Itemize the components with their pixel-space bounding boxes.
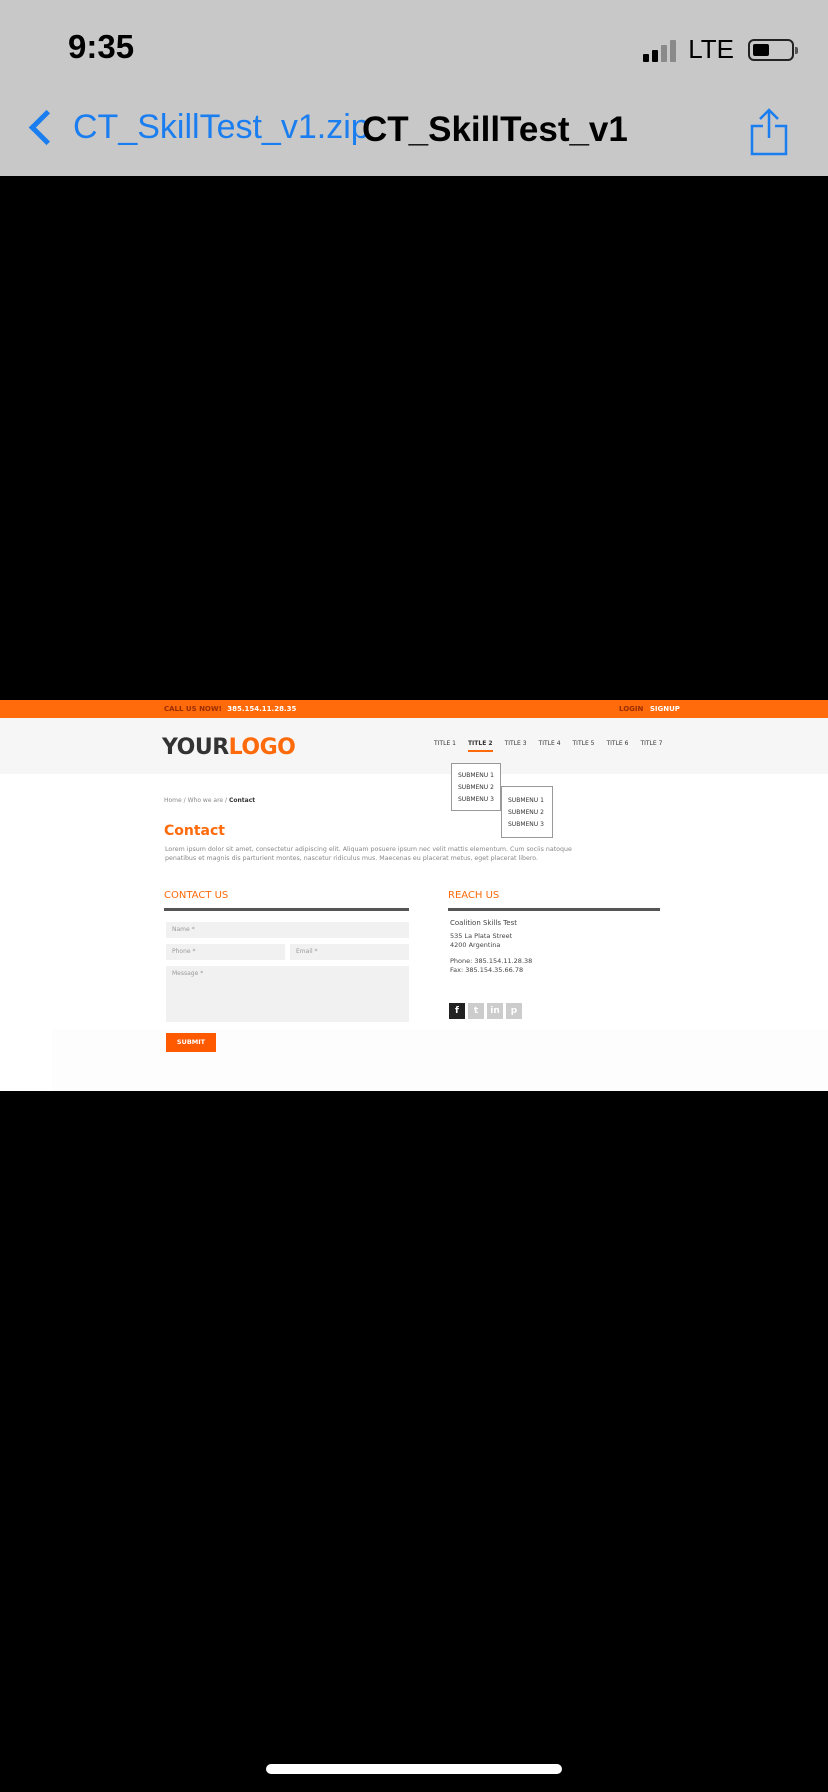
submit-button[interactable]: SUBMIT (166, 1033, 216, 1052)
menu-item[interactable]: TITLE 6 (606, 740, 628, 752)
site-header: YOURLOGO TITLE 1 TITLE 2 TITLE 3 TITLE 4… (0, 718, 828, 774)
menu-item[interactable]: TITLE 4 (539, 740, 561, 752)
menu-item[interactable]: TITLE 1 (434, 740, 456, 752)
social-links: f t in p (449, 1003, 522, 1019)
reach-phone: Phone: 385.154.11.28.38 (450, 957, 533, 965)
lead-paragraph: Lorem ipsum dolor sit amet, consectetur … (165, 846, 572, 862)
contact-divider (164, 908, 409, 911)
main-menu: TITLE 1 TITLE 2 TITLE 3 TITLE 4 TITLE 5 … (434, 740, 674, 752)
email-field[interactable]: Email * (290, 944, 409, 960)
menu-item[interactable]: TITLE 3 (505, 740, 527, 752)
logo-part2: LOGO (228, 735, 296, 760)
company-name: Coalition Skills Test (450, 919, 517, 927)
status-time: 9:35 (68, 28, 135, 65)
submenu-dropdown: SUBMENU 1 SUBMENU 2 SUBMENU 3 (451, 763, 501, 811)
back-label: CT_SkillTest_v1.zip (73, 108, 370, 146)
submenu-item[interactable]: SUBMENU 2 (508, 807, 552, 819)
twitter-icon[interactable]: t (468, 1003, 484, 1019)
call-label: CALL US NOW! (164, 705, 222, 713)
reach-divider (448, 908, 660, 911)
submenu-item[interactable]: SUBMENU 3 (508, 819, 552, 831)
message-field[interactable]: Message * (166, 966, 409, 1022)
breadcrumb-home[interactable]: Home (164, 797, 182, 804)
reach-us-heading: REACH US (448, 890, 500, 901)
ios-top-bar: 9:35 LTE CT_SkillTest_v1.zip CT_SkillTes… (0, 0, 828, 176)
site-logo[interactable]: YOURLOGO (162, 735, 296, 760)
signal-icon (643, 38, 677, 62)
site-topbar: CALL US NOW! 385.154.11.28.35 LOGIN SIGN… (0, 700, 828, 718)
status-indicators: LTE (643, 34, 798, 65)
chevron-left-icon (28, 109, 65, 146)
web-page-preview: CALL US NOW! 385.154.11.28.35 LOGIN SIGN… (0, 700, 828, 1091)
call-phone[interactable]: 385.154.11.28.35 (227, 705, 296, 713)
battery-icon (748, 38, 798, 61)
facebook-icon[interactable]: f (449, 1003, 465, 1019)
city-address: 4200 Argentina (450, 941, 501, 949)
reach-fax: Fax: 385.154.35.66.78 (450, 966, 524, 974)
contact-us-heading: CONTACT US (164, 890, 229, 901)
submenu-item[interactable]: SUBMENU 1 (508, 795, 552, 807)
submenu-item[interactable]: SUBMENU 3 (458, 794, 500, 806)
network-label: LTE (688, 34, 734, 64)
submenu-item[interactable]: SUBMENU 2 (458, 782, 500, 794)
linkedin-icon[interactable]: in (487, 1003, 503, 1019)
nested-submenu-dropdown: SUBMENU 1 SUBMENU 2 SUBMENU 3 (501, 786, 553, 838)
back-button[interactable]: CT_SkillTest_v1.zip (24, 108, 370, 147)
menu-item[interactable]: TITLE 7 (640, 740, 662, 752)
page-title: CT_SkillTest_v1 (362, 110, 628, 149)
breadcrumb-who[interactable]: Who we are (188, 797, 224, 804)
name-field[interactable]: Name * (166, 922, 409, 938)
menu-item-active[interactable]: TITLE 2 (467, 740, 493, 752)
home-indicator[interactable] (266, 1764, 562, 1774)
auth-links: LOGIN SIGNUP (619, 705, 680, 713)
call-us: CALL US NOW! 385.154.11.28.35 (164, 705, 296, 713)
signup-link[interactable]: SIGNUP (650, 705, 680, 713)
street-address: 535 La Plata Street (450, 932, 513, 940)
menu-item[interactable]: TITLE 5 (573, 740, 595, 752)
breadcrumb: Home / Who we are / Contact (164, 797, 256, 804)
submenu-item[interactable]: SUBMENU 1 (458, 770, 500, 782)
phone-field[interactable]: Phone * (166, 944, 285, 960)
pinterest-icon[interactable]: p (506, 1003, 522, 1019)
logo-part1: YOUR (162, 735, 229, 760)
share-icon[interactable] (750, 108, 788, 156)
content-title: Contact (164, 823, 225, 839)
breadcrumb-current: Contact (229, 797, 256, 804)
login-link[interactable]: LOGIN (619, 705, 643, 713)
